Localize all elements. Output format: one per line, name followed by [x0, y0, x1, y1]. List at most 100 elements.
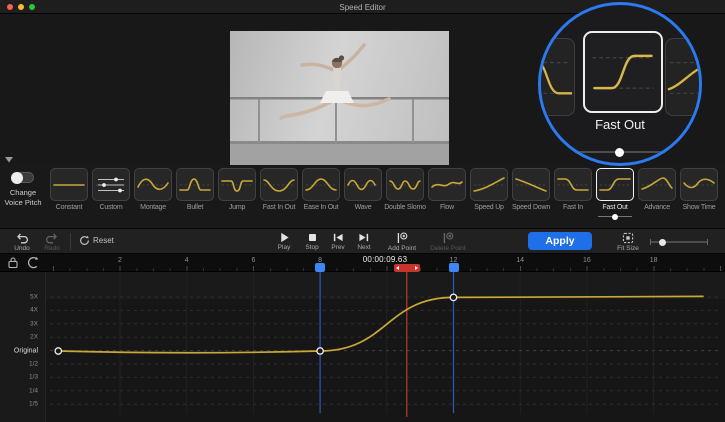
slider-tick	[666, 149, 667, 155]
slider-thumb[interactable]	[659, 239, 666, 246]
slider-thumb[interactable]	[612, 214, 618, 220]
undo-button[interactable]: Undo	[8, 232, 36, 252]
magnifier-callout: Fast Out	[538, 2, 702, 166]
delete-point-icon	[442, 232, 454, 244]
toolbar-divider	[70, 233, 71, 250]
curve-keyframe-point[interactable]	[317, 348, 323, 354]
preset-label: Bullet	[174, 204, 216, 211]
preset-fast-in[interactable]: Fast In	[552, 168, 594, 217]
preset-show-time[interactable]: Show Time	[678, 168, 720, 217]
preset-label: Custom	[90, 204, 132, 211]
prev-label: Prev	[326, 244, 350, 251]
timeline-bar: 24681012141618 00:00:09.63	[0, 254, 725, 272]
preset-jump[interactable]: Jump	[216, 168, 258, 217]
stop-label: Stop	[300, 244, 324, 251]
preset-montage[interactable]: Montage	[132, 168, 174, 217]
preset-custom[interactable]: Custom	[90, 168, 132, 217]
preset-thumbnail	[596, 168, 634, 201]
redo-button[interactable]: Redo	[38, 232, 66, 252]
preset-wave[interactable]: Wave	[342, 168, 384, 217]
magnifier-label: Fast Out	[541, 117, 699, 132]
preset-constant[interactable]: Constant	[48, 168, 90, 217]
voice-pitch-toggle[interactable]	[11, 172, 34, 183]
play-button[interactable]: Play	[272, 232, 296, 251]
preset-label: Double Slomo	[384, 204, 426, 211]
next-button[interactable]: Next	[352, 232, 376, 251]
speed-curve-plot[interactable]	[0, 272, 725, 422]
preset-flow[interactable]: Flow	[426, 168, 468, 217]
slider-tick	[707, 239, 708, 245]
preset-thumbnail	[50, 168, 88, 201]
voice-pitch-label-line2: Voice Pitch	[0, 198, 46, 207]
graph-top-band	[46, 272, 725, 299]
preset-thumbnail	[554, 168, 592, 201]
reset-icon	[79, 235, 90, 246]
timeline-zoom-slider[interactable]	[650, 241, 708, 243]
apply-button[interactable]: Apply	[528, 232, 592, 250]
stop-button[interactable]: Stop	[300, 232, 324, 251]
add-point-label: Add Point	[383, 245, 421, 252]
preset-advance[interactable]: Advance	[636, 168, 678, 217]
reset-label: Reset	[93, 236, 114, 245]
curve-custom-icon	[93, 174, 129, 196]
curve-constant-icon	[51, 174, 87, 196]
preset-label: Jump	[216, 204, 258, 211]
curve-montage-icon	[135, 174, 171, 196]
preset-speed-up[interactable]: Speed Up	[468, 168, 510, 217]
preset-thumbnail	[176, 168, 214, 201]
preset-speed-down[interactable]: Speed Down	[510, 168, 552, 217]
preset-label: Fast Out	[594, 204, 636, 211]
curve-double-slomo-icon	[387, 174, 423, 196]
speed-graph[interactable]: 5X4X3X2XOriginal1/21/31/41/5	[0, 272, 725, 422]
lock-button[interactable]	[6, 256, 22, 269]
fit-size-button[interactable]: Fit Size	[612, 232, 644, 252]
prev-icon	[332, 232, 344, 243]
magnified-neighbor-left	[538, 38, 575, 116]
curve-keyframe-point[interactable]	[450, 294, 456, 300]
preset-label: Fast In Out	[258, 204, 300, 211]
keyframe-handle[interactable]	[449, 263, 459, 272]
magnified-neighbor-right	[665, 38, 702, 116]
preset-bullet[interactable]: Bullet	[174, 168, 216, 217]
preset-thumbnail	[344, 168, 382, 201]
video-preview	[230, 31, 449, 169]
prev-button[interactable]: Prev	[326, 232, 350, 251]
preset-double-slomo[interactable]: Double Slomo	[384, 168, 426, 217]
preset-label: Montage	[132, 204, 174, 211]
preset-fast-in-out[interactable]: Fast In Out	[258, 168, 300, 217]
play-label: Play	[272, 244, 296, 251]
curve-bullet-icon	[177, 174, 213, 196]
magnifier-intensity-slider[interactable]	[577, 151, 663, 153]
curve-jump-icon	[219, 174, 255, 196]
play-icon	[279, 232, 290, 243]
slider-thumb[interactable]	[615, 148, 624, 157]
magnified-preset-fast-out	[583, 31, 663, 113]
curve-keyframe-point[interactable]	[55, 348, 61, 354]
dancer-image	[230, 31, 449, 169]
reset-button[interactable]: Reset	[79, 235, 114, 246]
curve-wave-icon	[345, 174, 381, 196]
preset-thumbnail	[470, 168, 508, 201]
delete-point-button[interactable]: Delete Point	[425, 232, 471, 252]
curve-ease-in-out-icon	[303, 174, 339, 196]
speed-curve-line[interactable]	[58, 296, 703, 352]
keyframe-handle[interactable]	[315, 263, 325, 272]
preset-thumbnail	[92, 168, 130, 201]
playhead-badge[interactable]	[394, 264, 420, 272]
stop-icon	[307, 232, 318, 243]
toggle-knob[interactable]	[11, 172, 23, 184]
curve-compare-button[interactable]	[26, 256, 42, 269]
next-label: Next	[352, 244, 376, 251]
curve-fast-in-icon	[555, 174, 591, 196]
slider-tick	[650, 239, 651, 245]
curve-speed-down-icon	[513, 174, 549, 196]
preset-fast-out[interactable]: Fast Out	[594, 168, 636, 217]
add-point-button[interactable]: Add Point	[383, 232, 421, 252]
preset-ease-in-out[interactable]: Ease In Out	[300, 168, 342, 217]
collapse-presets-chevron-icon[interactable]	[5, 157, 13, 163]
undo-icon	[15, 232, 29, 244]
preset-intensity-slider[interactable]	[598, 216, 632, 217]
delete-point-label: Delete Point	[425, 245, 471, 252]
preset-label: Ease In Out	[300, 204, 342, 211]
curve-show-time-icon	[681, 174, 717, 196]
